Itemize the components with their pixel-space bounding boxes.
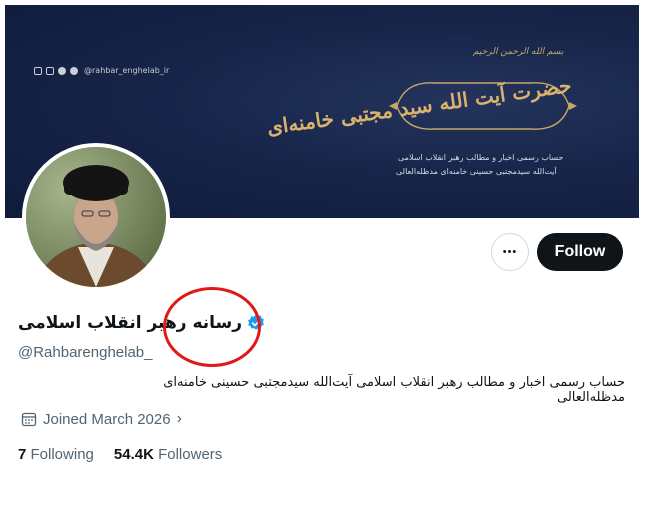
follow-button[interactable]: Follow <box>537 233 623 271</box>
followers-count: 54.4K <box>113 446 154 463</box>
more-options-button[interactable]: ••• <box>491 233 529 271</box>
banner-basmala: بسم الله الرحمن الرحیم <box>473 47 564 57</box>
following-link[interactable]: 7 Following <box>18 446 94 463</box>
following-count: 7 <box>18 446 27 463</box>
following-label: Following <box>30 446 94 463</box>
telegram-icon <box>58 66 66 75</box>
aparat-icon <box>46 66 54 75</box>
banner-subline: آیت‌الله سیدمجتبی حسینی خامنه‌ای مدظله‌ا… <box>396 167 557 176</box>
profile-card: @rahbar_enghelab_ir بسم الله الرحمن الرح… <box>5 5 639 467</box>
banner-social-links: @rahbar_enghelab_ir <box>34 66 169 75</box>
calendar-icon <box>21 412 37 427</box>
chevron-right-icon: › <box>176 410 182 427</box>
avatar-portrait-icon <box>26 147 166 287</box>
more-icon: ••• <box>502 246 518 258</box>
name-row: رسانه رهبر انقلاب اسلامی <box>18 313 266 333</box>
followers-link[interactable]: 54.4K Followers <box>114 446 222 463</box>
verified-badge-icon[interactable] <box>246 313 266 333</box>
bio: حساب رسمی اخبار و مطالب رهبر انقلاب اسلا… <box>163 375 625 405</box>
join-date: Joined March 2026 <box>43 410 171 428</box>
banner-subline: حساب رسمی اخبار و مطالب رهبر انقلاب اسلا… <box>398 153 564 162</box>
user-handle: @Rahbarenghelab_ <box>18 344 153 361</box>
banner-handle: @rahbar_enghelab_ir <box>84 66 170 75</box>
eitaa-icon <box>70 66 78 75</box>
followers-label: Followers <box>158 446 223 463</box>
display-name: رسانه رهبر انقلاب اسلامی <box>18 313 243 333</box>
instagram-icon <box>34 66 42 75</box>
avatar[interactable] <box>22 143 170 291</box>
follow-stats: 7 Following 54.4K Followers <box>18 446 222 463</box>
join-date-row[interactable]: Joined March 2026 › <box>21 410 182 428</box>
